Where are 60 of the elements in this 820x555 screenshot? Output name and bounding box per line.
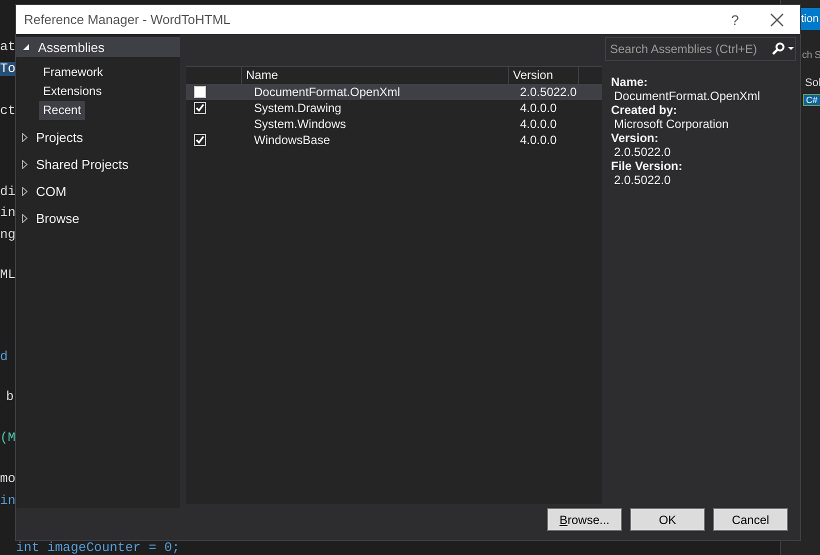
detail-label: Name: [611, 75, 649, 89]
code-line: (M [0, 431, 16, 445]
code-line: ng [0, 228, 16, 242]
code-line: at [0, 40, 16, 54]
assembly-name: WindowsBase [253, 133, 332, 147]
close-icon[interactable] [768, 10, 786, 28]
detail-value: Microsoft Corporation [613, 117, 730, 131]
detail-label: Created by: [611, 103, 678, 117]
tree-item[interactable]: Sol [805, 77, 820, 89]
collapsed-arrow-icon[interactable] [22, 187, 28, 196]
assembly-version: 2.0.5022.0 [520, 85, 577, 99]
assembly-row[interactable]: System.Drawing 4.0.0.0 [186, 100, 602, 116]
tree-item[interactable]: Extensions [39, 82, 106, 101]
assembly-version: 4.0.0.0 [520, 133, 557, 147]
collapsed-arrow-icon[interactable] [22, 160, 28, 169]
tree-item[interactable]: Assemblies [16, 37, 180, 57]
project-badge: C# [803, 94, 820, 106]
code-line: ct [0, 104, 16, 118]
search-text: ch S [802, 50, 820, 61]
assembly-name: DocumentFormat.OpenXml [253, 85, 402, 99]
detail-label: File Version: [611, 159, 684, 173]
browse-button[interactable]: Browse... [547, 508, 622, 531]
tree-item[interactable]: COM [16, 178, 180, 205]
code-line: di [0, 185, 16, 199]
code-line: mo [0, 472, 16, 486]
code-line: b [6, 390, 14, 404]
panel-title: tion [801, 12, 819, 27]
assembly-name: System.Drawing [253, 101, 342, 115]
tree-item[interactable]: Shared Projects [16, 151, 180, 178]
tree-item[interactable]: Browse [16, 205, 180, 232]
code-line: ML [0, 268, 16, 282]
detail-label: Version: [611, 131, 660, 145]
window-title: Reference Manager - WordToHTML [24, 12, 232, 27]
checkbox[interactable] [194, 102, 206, 114]
collapsed-arrow-icon[interactable] [22, 133, 28, 142]
assembly-row[interactable]: WindowsBase 4.0.0.0 [186, 132, 602, 148]
assembly-name: System.Windows [253, 117, 348, 131]
detail-value: 2.0.5022.0 [613, 173, 672, 187]
tree-item[interactable]: Framework [39, 63, 108, 82]
assembly-row[interactable]: DocumentFormat.OpenXml 2.0.5022.0 [186, 84, 602, 100]
tree-item[interactable]: Recent [39, 101, 86, 120]
collapsed-arrow-icon[interactable] [22, 214, 28, 223]
search-field[interactable]: Search Assemblies (Ctrl+E) [605, 37, 796, 61]
code-line: in [0, 494, 16, 508]
checkbox[interactable] [194, 86, 206, 98]
code-line: d [0, 350, 8, 364]
expanded-arrow-icon[interactable] [22, 43, 30, 51]
assembly-version: 4.0.0.0 [520, 117, 557, 131]
detail-value: 2.0.5022.0 [613, 145, 672, 159]
ok-button[interactable]: OK [630, 508, 705, 531]
code-line: in [0, 206, 16, 220]
assembly-version: 4.0.0.0 [520, 101, 557, 115]
detail-value: DocumentFormat.OpenXml [613, 89, 762, 103]
search-icon[interactable] [771, 42, 795, 56]
assembly-row[interactable]: System.Windows 4.0.0.0 [186, 116, 602, 132]
checkbox[interactable] [194, 134, 206, 146]
cancel-button[interactable]: Cancel [713, 508, 788, 531]
code-line: int imageCounter = 0; [16, 541, 180, 555]
tree-item[interactable]: Projects [16, 124, 180, 151]
help-button[interactable]: ? [720, 12, 750, 28]
